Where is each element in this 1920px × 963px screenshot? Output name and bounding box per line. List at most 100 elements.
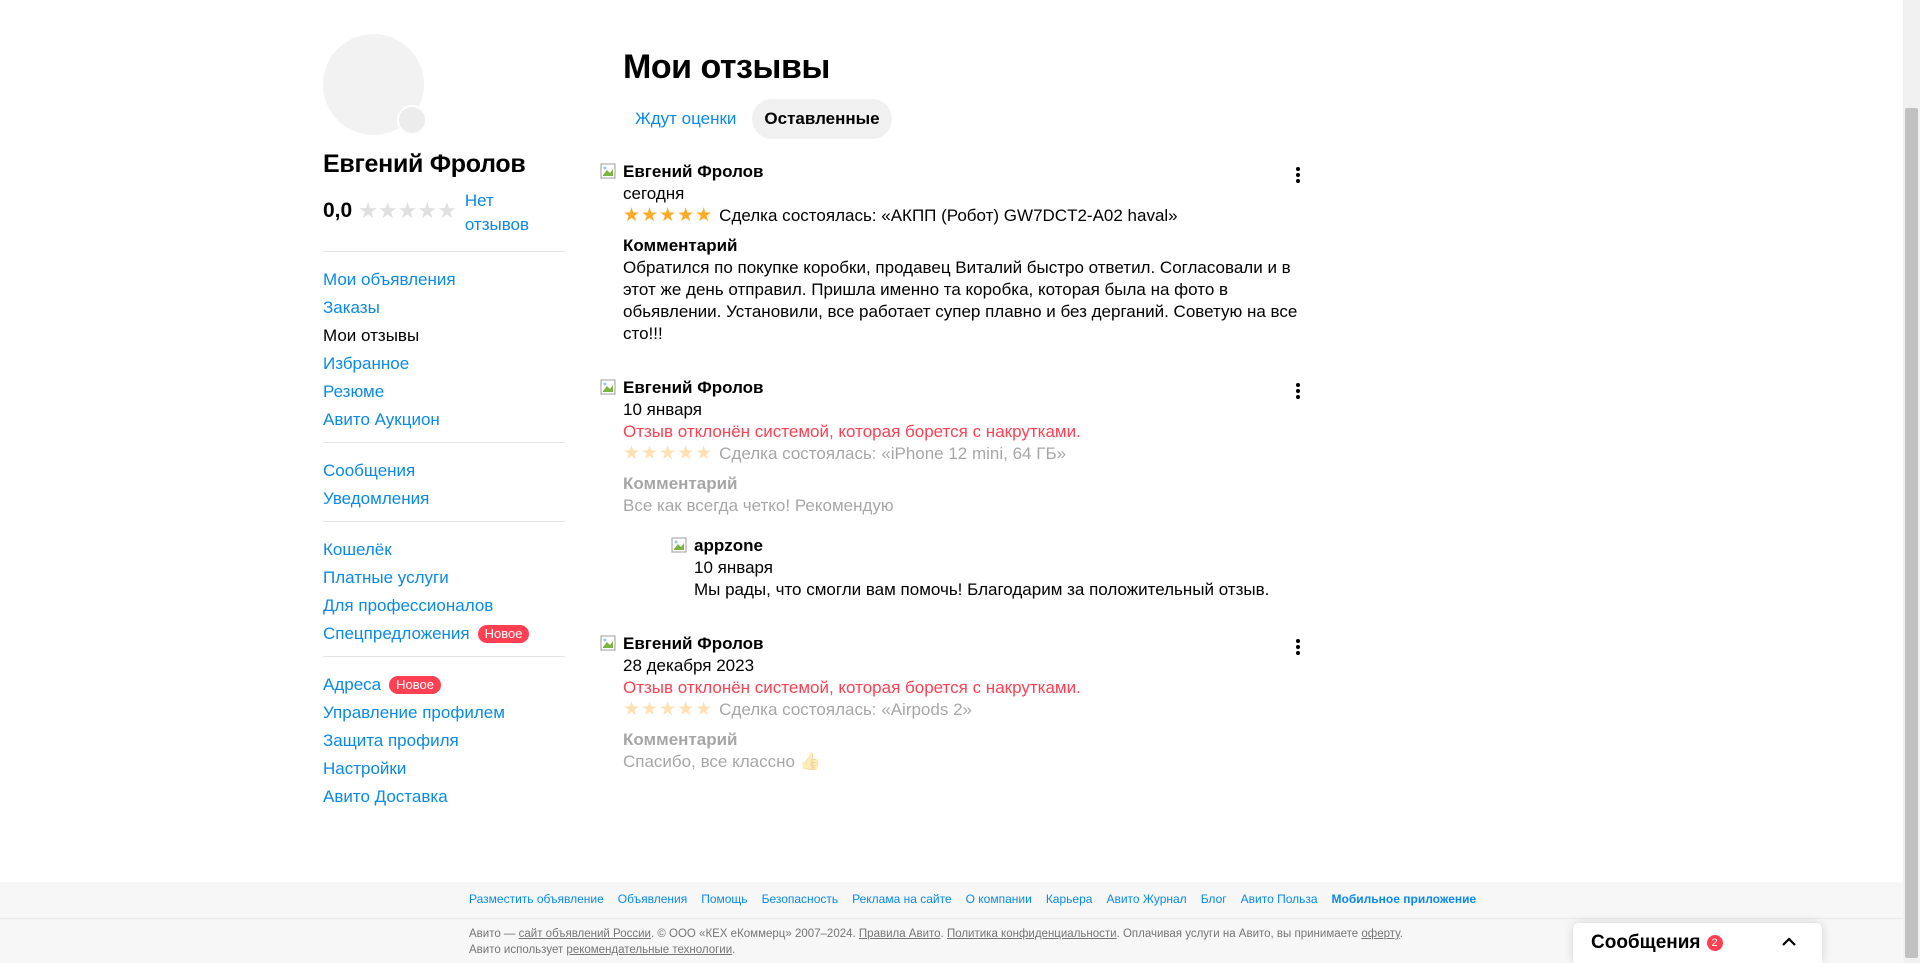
nav-item-messages[interactable]: Сообщения <box>323 457 565 485</box>
broken-image-icon <box>600 163 616 179</box>
review-rejected-notice: Отзыв отклонён системой, которая борется… <box>623 422 1081 441</box>
nav-item-wallet[interactable]: Кошелёк <box>323 536 565 564</box>
nav-group-settings: Адреса Новое Управление профилем Защита … <box>323 656 565 819</box>
nav-item-paid-services[interactable]: Платные услуги <box>323 564 565 592</box>
nav-item-favorites[interactable]: Избранное <box>323 350 565 378</box>
legal-link-rules[interactable]: Правила Авито <box>859 928 941 940</box>
scrollbar-thumb[interactable] <box>1905 108 1918 958</box>
broken-image-icon <box>671 537 687 553</box>
footer-legal: Авито — сайт объявлений России. © ООО «К… <box>469 926 1419 958</box>
new-badge: Новое <box>477 625 530 643</box>
rating-row: 0,0 ★★★★★ Нет отзывов <box>323 189 565 237</box>
review-item: Евгений Фролов 10 января Отзыв отклонён … <box>600 377 1320 601</box>
tab-left[interactable]: Оставленные <box>752 99 892 139</box>
more-vertical-icon[interactable] <box>1288 165 1308 185</box>
footer-link-journal[interactable]: Авито Журнал <box>1106 892 1186 906</box>
tab-awaiting[interactable]: Ждут оценки <box>623 99 748 139</box>
nav-item-addresses-row[interactable]: Адреса Новое <box>323 671 565 699</box>
star-icon: ★★★★★ <box>623 443 714 464</box>
more-vertical-icon[interactable] <box>1288 381 1308 401</box>
profile-sidebar: Евгений Фролов 0,0 ★★★★★ Нет отзывов Мои… <box>323 34 565 819</box>
legal-text: Авито — <box>469 928 519 940</box>
nav-group-messages: Сообщения Уведомления <box>323 442 565 521</box>
legal-text: . Оплачивая услуги на Авито, вы принимае… <box>1116 928 1362 940</box>
broken-image-icon <box>600 379 616 395</box>
footer-link-help[interactable]: Помощь <box>701 892 747 906</box>
review-faded-content: ★★★★★ Сделка состоялась: «iPhone 12 mini… <box>623 443 1320 517</box>
nav-item-my-ads[interactable]: Мои объявления <box>323 266 565 294</box>
page-scrollbar[interactable] <box>1903 0 1920 963</box>
review-author[interactable]: Евгений Фролов <box>623 377 1320 399</box>
review-author[interactable]: Евгений Фролов <box>623 633 1320 655</box>
nav-item-my-reviews[interactable]: Мои отзывы <box>323 322 565 350</box>
review-date: 10 января <box>623 400 702 419</box>
nav-item-notifications[interactable]: Уведомления <box>323 485 565 513</box>
profile-name: Евгений Фролов <box>323 150 526 178</box>
page-title: Мои отзывы <box>623 48 830 86</box>
review-deal-row: ★★★★★ Сделка состоялась: «iPhone 12 mini… <box>623 443 1320 465</box>
review-date: сегодня <box>623 184 685 203</box>
nav-item-special-offers-row[interactable]: Спецпредложения Новое <box>323 620 565 648</box>
footer-link-mobile-app[interactable]: Мобильное приложение <box>1332 892 1477 906</box>
avatar-edit-dot[interactable] <box>397 105 427 135</box>
new-badge: Новое <box>389 676 441 694</box>
chevron-up-icon[interactable] <box>1780 933 1798 951</box>
review-deal: Сделка состоялась: «iPhone 12 mini, 64 Г… <box>719 444 1067 463</box>
nav-item-settings[interactable]: Настройки <box>323 755 565 783</box>
footer-link-advertising[interactable]: Реклама на сайте <box>852 892 952 906</box>
comment-heading: Комментарий <box>623 474 738 493</box>
review-faded-content: ★★★★★ Сделка состоялась: «Airpods 2» Ком… <box>623 699 1320 773</box>
legal-text: . <box>732 944 736 956</box>
star-icon: ★★★★★ <box>623 205 714 226</box>
reviews-main: Мои отзывы Ждут оценки Оставленные Евген… <box>600 48 1320 773</box>
rating-value: 0,0 <box>323 199 353 222</box>
no-reviews-link[interactable]: Нет отзывов <box>465 189 545 237</box>
nav-item-professionals[interactable]: Для профессионалов <box>323 592 565 620</box>
footer-divider <box>0 918 1903 919</box>
more-vertical-icon[interactable] <box>1288 637 1308 657</box>
review-item: Евгений Фролов 28 декабря 2023 Отзыв отк… <box>600 633 1320 773</box>
review-deal-row: ★★★★★ Сделка состоялась: «АКПП (Робот) G… <box>623 205 1320 227</box>
messages-count-badge: 2 <box>1706 935 1723 951</box>
messages-panel[interactable]: Сообщения 2 <box>1573 923 1822 963</box>
answer-text: Мы рады, что смогли вам помочь! Благодар… <box>694 580 1270 599</box>
footer-link-career[interactable]: Карьера <box>1046 892 1093 906</box>
answer-date: 10 января <box>694 558 773 577</box>
avatar[interactable] <box>323 34 427 135</box>
footer-link-benefit[interactable]: Авито Польза <box>1241 892 1318 906</box>
reviews-tabs: Ждут оценки Оставленные <box>623 99 1320 139</box>
nav-item-addresses[interactable]: Адреса <box>323 675 381 695</box>
nav-item-orders[interactable]: Заказы <box>323 294 565 322</box>
footer-link-ads[interactable]: Объявления <box>618 892 687 906</box>
nav-item-auction[interactable]: Авито Аукцион <box>323 406 565 434</box>
answer-author[interactable]: appzone <box>694 535 1320 557</box>
nav-item-resume[interactable]: Резюме <box>323 378 565 406</box>
legal-text: . © ООО «КЕХ еКоммерц» 2007–2024. <box>650 928 859 940</box>
footer-link-security[interactable]: Безопасность <box>762 892 839 906</box>
footer-link-about[interactable]: О компании <box>966 892 1032 906</box>
nav-item-profile-protection[interactable]: Защита профиля <box>323 727 565 755</box>
review-comment: Все как всегда четко! Рекомендую <box>623 496 894 515</box>
review-item: Евгений Фролов сегодня ★★★★★ Сделка сост… <box>600 161 1320 345</box>
star-icon: ★★★★★ <box>623 699 714 720</box>
comment-heading: Комментарий <box>623 236 738 255</box>
legal-link-site[interactable]: сайт объявлений России <box>519 928 651 940</box>
nav-item-special-offers[interactable]: Спецпредложения <box>323 624 470 644</box>
rating-stars-icon: ★★★★★ <box>358 198 457 223</box>
review-deal-row: ★★★★★ Сделка состоялась: «Airpods 2» <box>623 699 1320 721</box>
review-comment: Обратился по покупке коробки, продавец В… <box>623 258 1298 343</box>
footer-link-blog[interactable]: Блог <box>1201 892 1227 906</box>
legal-link-privacy[interactable]: Политика конфиденциальности <box>947 928 1117 940</box>
nav-item-profile-management[interactable]: Управление профилем <box>323 699 565 727</box>
nav-item-avito-delivery[interactable]: Авито Доставка <box>323 783 565 811</box>
review-deal: Сделка состоялась: «АКПП (Робот) GW7DCT2… <box>719 206 1178 225</box>
review-date: 28 декабря 2023 <box>623 656 755 675</box>
footer-links: Разместить объявление Объявления Помощь … <box>469 892 1476 906</box>
legal-link-recommend[interactable]: рекомендательные технологии <box>566 944 732 956</box>
review-author[interactable]: Евгений Фролов <box>623 161 1320 183</box>
legal-link-offer[interactable]: оферту <box>1361 928 1399 940</box>
review-comment: Спасибо, все классно 👍 <box>623 752 821 771</box>
footer-link-post-ad[interactable]: Разместить объявление <box>469 892 604 906</box>
messages-title: Сообщения <box>1591 932 1701 953</box>
review-rejected-notice: Отзыв отклонён системой, которая борется… <box>623 678 1081 697</box>
